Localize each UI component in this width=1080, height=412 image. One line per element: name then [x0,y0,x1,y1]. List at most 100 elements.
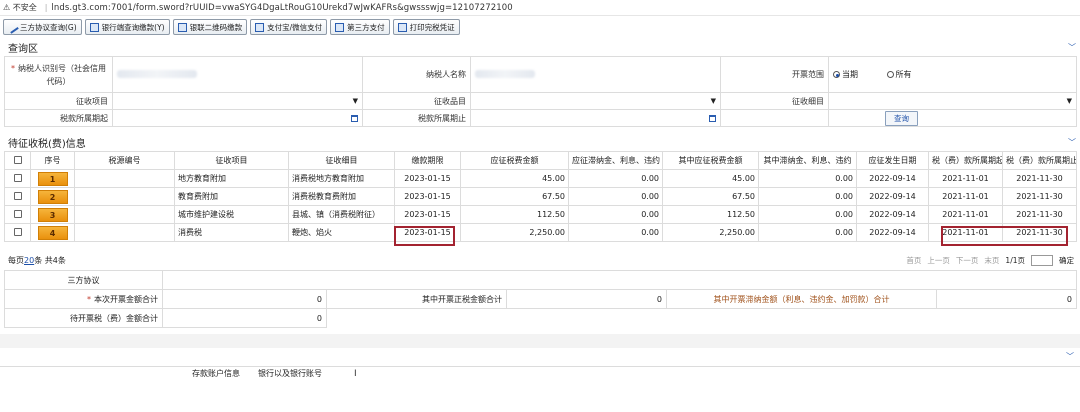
calendar-icon[interactable] [709,114,716,122]
col-occur-date: 应征发生日期 [856,151,929,170]
levy-item-cell: 城市维护建设税 [174,205,289,224]
table-row[interactable]: 3 城市维护建设税 县城、镇（消费税附征） 2023-01-15 112.50 … [4,205,1077,224]
seq-cell: 3 [30,205,75,224]
period-start-cell: 2021-11-01 [928,169,1003,188]
issue-range-label: 开票范围 [720,56,829,93]
next-page-button[interactable]: 下一页 [956,255,979,266]
bank-account-label: 银行以及银行账号 [258,369,322,378]
query-form: * 纳税人识别号（社会信用 代码） 纳税人名称 开票范围 当期 所有 征收项目 ▼ … [4,56,1077,127]
period-start-label: 税款所属期起 [4,109,113,127]
taxpayer-id-field[interactable] [112,56,363,93]
row-checkbox-cell[interactable] [4,187,31,206]
table-row[interactable]: 4 消费税 鞭炮、焰火 2023-01-15 2,250.00 0.00 2,2… [4,223,1077,242]
period-end-label: 税款所属期止 [362,109,471,127]
query-button[interactable]: 查询 [885,110,918,126]
late-fee-total-label: 其中开票滞纳金额（利息、违约金、加罚款）合计 [666,289,937,309]
first-page-button[interactable]: 首页 [906,255,921,266]
total-value: 0 [162,289,327,309]
deadline-cell: 2023-01-15 [394,223,461,242]
last-page-button[interactable]: 末页 [984,255,999,266]
collapse-chevron-icon[interactable]: ﹀ [1068,42,1076,53]
period-start-cell: 2021-11-01 [928,187,1003,206]
period-end-cell: 2021-11-30 [1002,223,1077,242]
payment-icon [255,22,265,32]
collapse-chevron-icon[interactable]: ﹀ [1068,137,1076,148]
seq-badge: 1 [37,171,68,186]
occur-date-cell: 2022-09-14 [856,187,929,206]
deposit-row [0,366,1080,380]
levy-subitem-select[interactable]: ▼ [828,92,1077,110]
required-mark: * [87,294,91,304]
text-cursor-icon: I [354,369,357,379]
checkbox[interactable] [13,173,22,182]
checkbox[interactable] [13,227,22,236]
levy-category-select[interactable]: ▼ [470,92,721,110]
empty-cell [720,109,829,127]
taxpayer-name-field[interactable] [470,56,721,93]
row-checkbox-cell[interactable] [4,169,31,188]
late-fee-cell: 0.00 [568,187,663,206]
checkbox[interactable] [13,209,22,218]
col-late-fee: 应征滞纳金、利息、违约 [568,151,663,170]
seq-badge: 2 [37,189,68,204]
period-start-input[interactable] [112,109,363,127]
printer-icon [397,22,407,32]
checkbox[interactable] [13,191,22,200]
url-text[interactable]: lnds.gt3.com:7001/form.sword?rUUID=vwaSY… [51,3,512,13]
source-no-cell [74,169,175,188]
tripartite-label: 三方协议 [4,270,163,290]
levy-item-label: 征收项目 [4,92,113,110]
levy-item-select[interactable]: ▼ [112,92,363,110]
occur-date-cell: 2022-09-14 [856,205,929,224]
tax-amount-cell: 112.50 [662,205,759,224]
tripartite-field[interactable] [161,270,1078,290]
levy-subitem-label: 征收细目 [720,92,829,110]
page-controls: 首页 上一页 下一页 末页 1/1页 确定 [906,254,1074,266]
late-sub-cell: 0.00 [758,223,857,242]
tax-amount-cell: 45.00 [662,169,759,188]
period-end-input[interactable] [470,109,721,127]
col-seq: 序号 [30,151,75,170]
third-party-pay-button[interactable]: 第三方支付 [330,19,390,35]
tripartite-query-button[interactable]: 三方协议查询(G) [3,19,82,35]
pending-total-value: 0 [162,308,327,328]
table-row[interactable]: 1 地方教育附加 消费税地方教育附加 2023-01-15 45.00 0.00… [4,169,1077,188]
deposit-info-label: 存款账户信息 [192,369,240,378]
radio-current-period[interactable]: 当期 [833,69,858,80]
pending-section-title: 待征收税(费)信息 [8,138,86,150]
pending-total-label: 待开票税（费）金额合计 [4,308,163,328]
col-amount: 应征税费金额 [460,151,569,170]
levy-item-cell: 消费税 [174,223,289,242]
alipay-wechat-button[interactable]: 支付宝/微信支付 [250,19,328,35]
address-bar[interactable]: ⚠ 不安全 | lnds.gt3.com:7001/form.sword?rUU… [0,0,1080,16]
page-go-button[interactable]: 确定 [1059,255,1074,266]
calendar-icon[interactable] [351,114,358,122]
checkbox[interactable] [13,155,22,164]
levy-subitem-cell: 消费税教育费附加 [288,187,395,206]
collapse-chevron-icon[interactable]: ﹀ [1066,351,1074,362]
amount-cell: 45.00 [460,169,569,188]
bank-query-button[interactable]: 银行端查询缴款(Y) [84,19,170,35]
row-checkbox-cell[interactable] [4,205,31,224]
insecure-indicator[interactable]: ⚠ 不安全 [3,2,37,13]
col-late-sub: 其中滞纳金、利息、违约 [758,151,857,170]
levy-item-cell: 教育费附加 [174,187,289,206]
table-row[interactable]: 2 教育费附加 消费税教育费附加 2023-01-15 67.50 0.00 6… [4,187,1077,206]
print-certificate-button[interactable]: 打印完税凭证 [392,19,460,35]
page-size-link[interactable]: 20 [24,256,34,265]
unionpay-qr-button[interactable]: 银联二维码缴款 [172,19,248,35]
select-all-checkbox-cell[interactable] [4,151,31,170]
prev-page-button[interactable]: 上一页 [927,255,950,266]
col-levy-subitem: 征收细目 [288,151,395,170]
taxpayer-name-label: 纳税人名称 [362,56,471,93]
amount-cell: 67.50 [460,187,569,206]
radio-all[interactable]: 所有 [886,69,912,80]
page-jump-input[interactable] [1031,254,1053,266]
bank-icon [89,22,99,32]
dropdown-caret-icon: ▼ [1066,97,1072,105]
period-end-cell: 2021-11-30 [1002,205,1077,224]
col-tax-amount: 其中应征税费金额 [662,151,759,170]
radio-selected-icon [833,71,840,78]
page-indicator: 1/1页 [1005,255,1025,265]
row-checkbox-cell[interactable] [4,223,31,242]
